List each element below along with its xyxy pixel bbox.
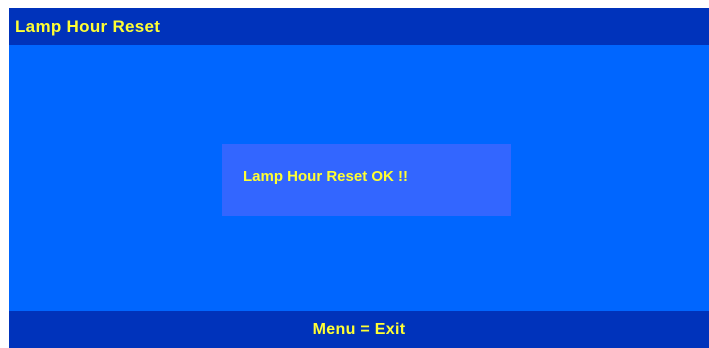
confirmation-message-box: Lamp Hour Reset OK !!	[222, 144, 511, 216]
title-bar: Lamp Hour Reset	[9, 8, 709, 45]
osd-window: Lamp Hour Reset Lamp Hour Reset OK !! Me…	[9, 8, 709, 348]
footer-bar: Menu = Exit	[9, 311, 709, 348]
window-title: Lamp Hour Reset	[15, 17, 161, 36]
confirmation-message: Lamp Hour Reset OK !!	[243, 168, 409, 185]
menu-exit-hint: Menu = Exit	[312, 321, 406, 338]
